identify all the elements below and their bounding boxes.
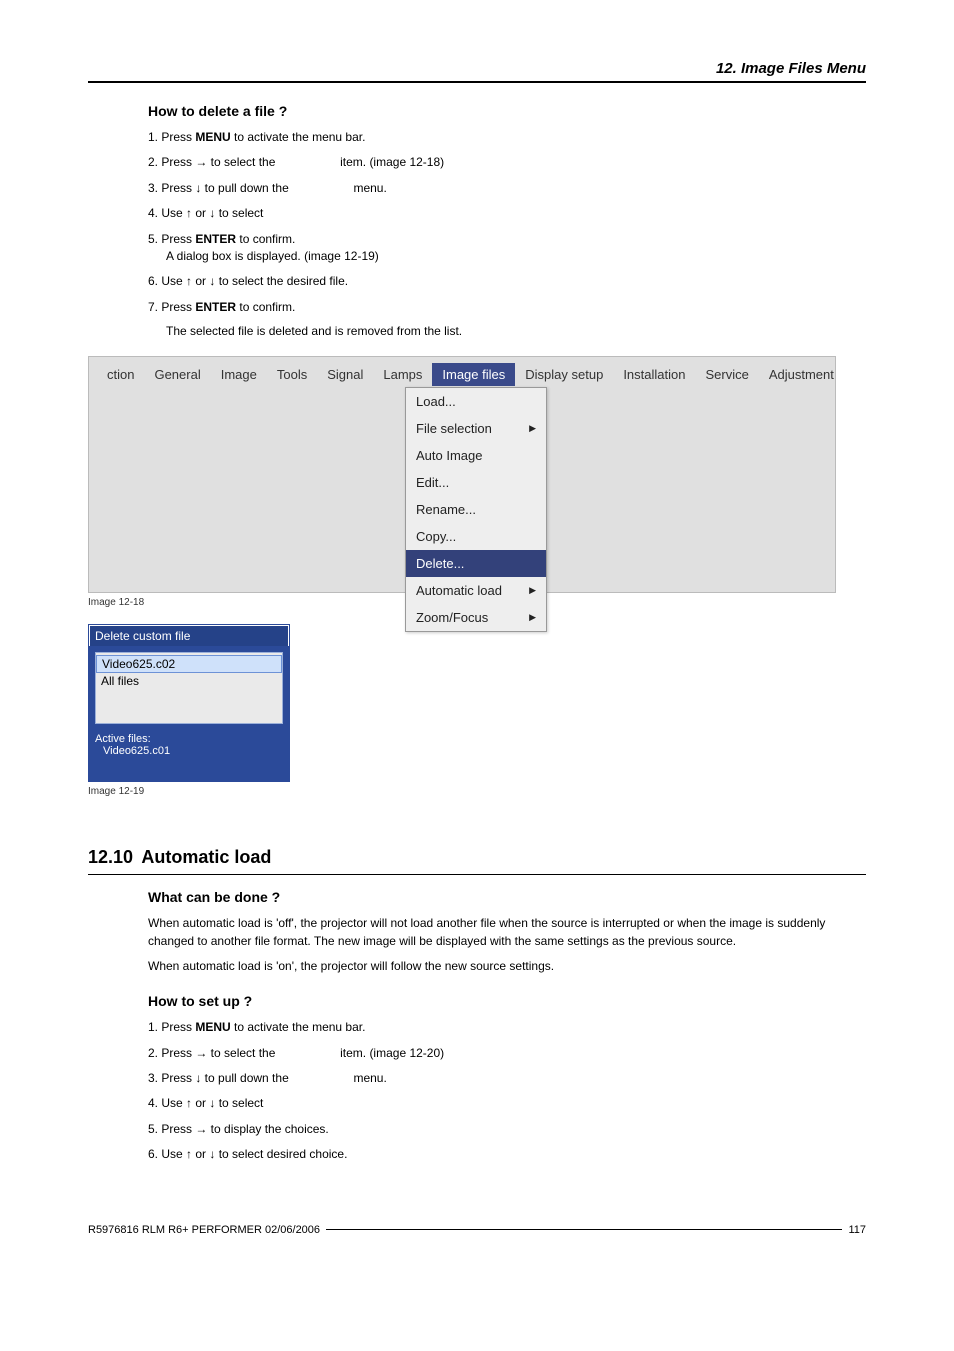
section-rule [88, 874, 866, 875]
menu-screenshot-12-18: ction General Image Tools Signal Lamps I… [88, 356, 836, 593]
section-number: 12.10 [88, 847, 133, 867]
s1b: MENU [195, 1020, 230, 1034]
caption-12-19: Image 12-19 [88, 786, 866, 797]
step-4: 4. Use ↑ or ↓ to select Delete... [148, 205, 866, 222]
menu-bar-item-display-setup[interactable]: Display setup [515, 363, 613, 386]
dropdown-label: Delete... [416, 556, 464, 571]
step3-text-c: menu. [350, 181, 387, 195]
setup-step-4: 4. Use ↑ or ↓ to select Automatic load [148, 1095, 866, 1112]
setup-step-1: 1. Press MENU to activate the menu bar. [148, 1019, 866, 1036]
how-to-setup-heading: How to set up ? [148, 993, 866, 1009]
menu-bar: ction General Image Tools Signal Lamps I… [97, 363, 827, 386]
setup-step-3: 3. Press ↓ to pull down the Image files … [148, 1070, 866, 1087]
s4a: 4. Use ↑ or ↓ to select [148, 1096, 267, 1110]
step5-bold: ENTER [195, 232, 236, 246]
footer-page-number: 117 [848, 1224, 866, 1236]
setup-step-2: 2. Press → to select the Image files ite… [148, 1045, 866, 1062]
dropdown-label: Copy... [416, 529, 456, 544]
setup-step-6: 6. Use ↑ or ↓ to select desired choice. [148, 1146, 866, 1163]
step4-text-a: 4. Use ↑ or ↓ to select [148, 206, 267, 220]
dropdown-item-delete[interactable]: Delete... [406, 550, 546, 577]
dropdown-label: Automatic load [416, 583, 502, 598]
s2c: item. (image 12-20) [337, 1046, 444, 1060]
dropdown-item-load[interactable]: Load... [406, 388, 546, 415]
section-title-text: Automatic load [141, 847, 271, 867]
setup-step-5: 5. Press → to display the choices. [148, 1121, 866, 1138]
dropdown-item-file-selection[interactable]: File selection ▶ [406, 415, 546, 442]
list-item[interactable]: Video625.c02 [96, 655, 282, 673]
dropdown-item-automatic-load[interactable]: Automatic load ▶ [406, 577, 546, 604]
step2-text-c: item. (image 12-18) [337, 155, 444, 169]
footer-line [326, 1229, 842, 1230]
active-files-label: Active files: [89, 730, 289, 745]
auto-load-desc-2: When automatic load is 'on', the project… [148, 958, 866, 975]
chevron-right-icon: ▶ [529, 585, 536, 596]
footer-doc-id: R5976816 RLM R6+ PERFORMER 02/06/2006 [88, 1224, 320, 1236]
step1-text-c: to activate the menu bar. [231, 130, 366, 144]
active-files-value: Video625.c01 [89, 745, 289, 781]
menu-bar-item-tools[interactable]: Tools [267, 363, 317, 386]
step-3: 3. Press ↓ to pull down the Image files … [148, 180, 866, 197]
dialog-title: Delete custom file [89, 625, 289, 646]
image-files-dropdown: Load... File selection ▶ Auto Image Edit.… [405, 387, 547, 632]
step3-text-a: 3. Press ↓ to pull down the [148, 181, 292, 195]
chevron-right-icon: ▶ [529, 612, 536, 623]
menu-bar-item-service[interactable]: Service [695, 363, 758, 386]
dropdown-label: Edit... [416, 475, 449, 490]
delete-result: The selected file is deleted and is remo… [166, 324, 866, 338]
step5-text-d: A dialog box is displayed. (image 12-19) [166, 248, 379, 265]
header-rule [88, 81, 866, 83]
menu-bar-item-installation[interactable]: Installation [613, 363, 695, 386]
step7-text-c: to confirm. [236, 300, 295, 314]
dropdown-item-edit[interactable]: Edit... [406, 469, 546, 496]
step-2: 2. Press → to select the Image files ite… [148, 154, 866, 171]
dropdown-label: File selection [416, 421, 492, 436]
menu-bar-item-general[interactable]: General [144, 363, 210, 386]
auto-load-desc-1: When automatic load is 'off', the projec… [148, 915, 866, 950]
dropdown-item-auto-image[interactable]: Auto Image [406, 442, 546, 469]
step-6: 6. Use ↑ or ↓ to select the desired file… [148, 273, 866, 290]
list-item[interactable]: All files [96, 673, 282, 689]
dropdown-item-zoom-focus[interactable]: Zoom/Focus ▶ [406, 604, 546, 631]
s3c: menu. [350, 1071, 387, 1085]
step-5: 5. Press ENTER to confirm. A dialog box … [148, 231, 866, 266]
s1a: 1. Press [148, 1020, 195, 1034]
menu-bar-item-signal[interactable]: Signal [317, 363, 373, 386]
step2-text-a: 2. Press → to select the [148, 155, 279, 169]
step-1: 1. Press MENU to activate the menu bar. [148, 129, 866, 146]
step7-bold: ENTER [195, 300, 236, 314]
menu-bar-item-image[interactable]: Image [211, 363, 267, 386]
menu-bar-item-image-files[interactable]: Image files [432, 363, 515, 386]
what-can-be-done-heading: What can be done ? [148, 889, 866, 905]
step5-text-c: to confirm. [236, 232, 295, 246]
dropdown-item-copy[interactable]: Copy... [406, 523, 546, 550]
step1-text-a: 1. Press [148, 130, 195, 144]
page-footer: R5976816 RLM R6+ PERFORMER 02/06/2006 11… [88, 1224, 866, 1236]
dropdown-label: Rename... [416, 502, 476, 517]
dropdown-label: Load... [416, 394, 456, 409]
dropdown-label: Auto Image [416, 448, 483, 463]
step-7: 7. Press ENTER to confirm. [148, 299, 866, 316]
chevron-right-icon: ▶ [529, 423, 536, 434]
dropdown-item-rename[interactable]: Rename... [406, 496, 546, 523]
dropdown-label: Zoom/Focus [416, 610, 488, 625]
step7-text-a: 7. Press [148, 300, 195, 314]
delete-custom-file-dialog: Delete custom file Video625.c02 All file… [88, 624, 290, 782]
menu-bar-item-ction[interactable]: ction [97, 363, 144, 386]
chapter-heading: 12. Image Files Menu [88, 60, 866, 77]
s3a: 3. Press ↓ to pull down the [148, 1071, 292, 1085]
s2a: 2. Press → to select the [148, 1046, 279, 1060]
menu-bar-item-lamps[interactable]: Lamps [373, 363, 432, 386]
dialog-file-list[interactable]: Video625.c02 All files [95, 652, 283, 724]
s1c: to activate the menu bar. [231, 1020, 366, 1034]
step5-text-a: 5. Press [148, 232, 195, 246]
menu-bar-item-adjustment[interactable]: Adjustment [759, 363, 844, 386]
step1-bold: MENU [195, 130, 230, 144]
how-to-delete-heading: How to delete a file ? [148, 103, 866, 119]
